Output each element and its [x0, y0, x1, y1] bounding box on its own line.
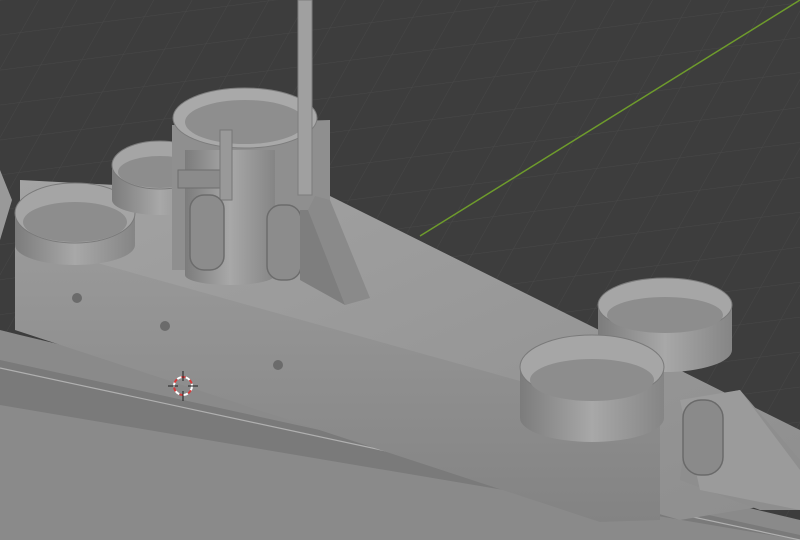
porthole: [72, 293, 82, 303]
aft-hatch[interactable]: [682, 399, 724, 476]
porthole: [160, 321, 170, 331]
periscope-mast[interactable]: [297, 0, 313, 196]
porthole: [273, 360, 283, 370]
tower-hatch-right[interactable]: [266, 204, 302, 281]
tower-hatch-left[interactable]: [189, 194, 225, 271]
viewport-canvas[interactable]: [0, 0, 800, 540]
right-front-gun-tub[interactable]: [519, 334, 665, 442]
3d-viewport[interactable]: [0, 0, 800, 540]
